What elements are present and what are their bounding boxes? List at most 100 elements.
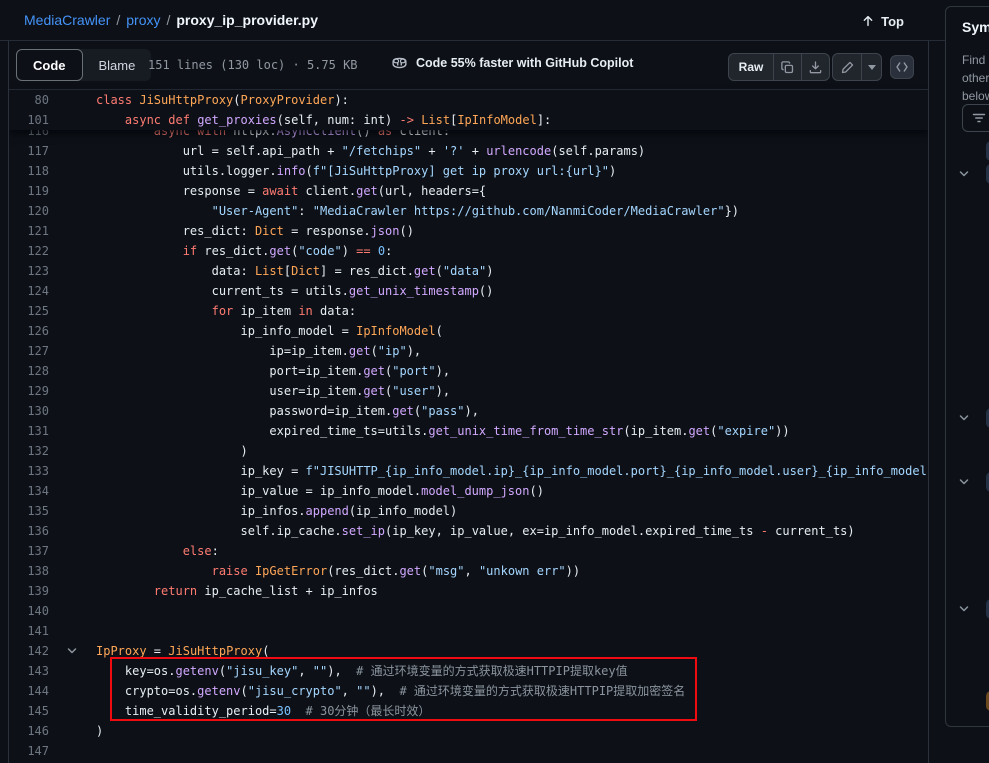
code-blame-switcher: Code Blame: [16, 49, 151, 81]
copilot-banner[interactable]: Code 55% faster with GitHub Copilot: [391, 54, 633, 71]
raw-button[interactable]: Raw: [729, 54, 773, 80]
chevron-down-icon[interactable]: [956, 166, 972, 182]
code-text: "User-Agent": "MediaCrawler https://gith…: [96, 201, 739, 221]
symbol-row[interactable]: [946, 470, 989, 494]
sticky-scope-header: 80class JiSuHttpProxy(ProxyProvider):101…: [9, 90, 928, 130]
code-line: 117 url = self.api_path + "/fetchips" + …: [9, 141, 928, 161]
line-number[interactable]: 121: [9, 221, 49, 241]
collapse-chevron-icon[interactable]: [64, 643, 80, 659]
file-toolbar: Code Blame 151 lines (130 loc) · 5.75 KB…: [9, 41, 928, 90]
code-text: else:: [96, 541, 219, 561]
line-number[interactable]: 101: [9, 110, 49, 130]
symbol-row[interactable]: [946, 406, 989, 430]
line-number[interactable]: 132: [9, 441, 49, 461]
line-number[interactable]: 138: [9, 561, 49, 581]
line-number[interactable]: 126: [9, 321, 49, 341]
code-brackets-icon: [896, 62, 908, 72]
line-number[interactable]: 127: [9, 341, 49, 361]
line-number[interactable]: 146: [9, 721, 49, 741]
code-line: 122 if res_dict.get("code") == 0:: [9, 241, 928, 261]
code-text: ip_infos.append(ip_info_model): [96, 501, 457, 521]
code-line: 141: [9, 621, 928, 641]
line-number[interactable]: 119: [9, 181, 49, 201]
symbol-row[interactable]: [946, 597, 989, 621]
edit-dropdown-button[interactable]: [861, 54, 881, 80]
line-number[interactable]: 141: [9, 621, 49, 641]
symbol-row[interactable]: [946, 162, 989, 186]
code-text: crypto=os.getenv("jisu_crypto", ""), # 通…: [96, 681, 685, 701]
line-number[interactable]: 124: [9, 281, 49, 301]
download-raw-button[interactable]: [801, 54, 829, 80]
copilot-banner-label: Code 55% faster with GitHub Copilot: [416, 56, 633, 70]
line-number[interactable]: 123: [9, 261, 49, 281]
code-line: 138 raise IpGetError(res_dict.get("msg",…: [9, 561, 928, 581]
breadcrumb-separator: /: [110, 12, 126, 28]
symbol-row[interactable]: [946, 139, 989, 163]
filter-icon: [971, 110, 987, 126]
symbols-panel-title: Symbols: [962, 19, 989, 35]
code-text: return ip_cache_list + ip_infos: [96, 581, 378, 601]
code-line: 130 password=ip_item.get("pass"),: [9, 401, 928, 421]
code-text: ip_info_model = IpInfoModel(: [96, 321, 443, 341]
breadcrumb-folder-link[interactable]: proxy: [126, 12, 160, 28]
edit-actions-group: [832, 53, 882, 81]
copy-icon: [780, 60, 795, 75]
code-line: 145 time_validity_period=30 # 30分钟（最长时效）: [9, 701, 928, 721]
code-line: 142 IpProxy = JiSuHttpProxy(: [9, 641, 928, 661]
line-number[interactable]: 134: [9, 481, 49, 501]
line-number[interactable]: 130: [9, 401, 49, 421]
code-lines: 116 async with httpx.AsyncClient() as cl…: [9, 121, 928, 761]
pencil-icon: [840, 60, 855, 75]
filter-symbols-input[interactable]: [962, 104, 989, 132]
code-area: 80class JiSuHttpProxy(ProxyProvider):101…: [9, 90, 928, 763]
line-number[interactable]: 135: [9, 501, 49, 521]
symbols-panel-toggle-button[interactable]: [890, 55, 914, 79]
code-line: 131 expired_time_ts=utils.get_unix_time_…: [9, 421, 928, 441]
code-text: expired_time_ts=utils.get_unix_time_from…: [96, 421, 790, 441]
back-to-top-button[interactable]: Top: [853, 8, 912, 34]
line-number[interactable]: 143: [9, 661, 49, 681]
code-line: 137 else:: [9, 541, 928, 561]
line-number[interactable]: 120: [9, 201, 49, 221]
chevron-down-icon[interactable]: [956, 601, 972, 617]
code-text: for ip_item in data:: [96, 301, 356, 321]
breadcrumb-separator: /: [160, 12, 176, 28]
line-number[interactable]: 125: [9, 301, 49, 321]
line-number[interactable]: 118: [9, 161, 49, 181]
line-number[interactable]: 147: [9, 741, 49, 761]
chevron-down-icon[interactable]: [956, 410, 972, 426]
code-line: 128 port=ip_item.get("port"),: [9, 361, 928, 381]
edit-file-button[interactable]: [833, 54, 861, 80]
line-number[interactable]: 129: [9, 381, 49, 401]
copy-raw-button[interactable]: [773, 54, 801, 80]
line-number[interactable]: 128: [9, 361, 49, 381]
tab-blame[interactable]: Blame: [83, 49, 152, 81]
tab-code[interactable]: Code: [16, 49, 83, 81]
chevron-down-icon[interactable]: [956, 474, 972, 490]
code-line: 124 current_ts = utils.get_unix_timestam…: [9, 281, 928, 301]
line-number[interactable]: 145: [9, 701, 49, 721]
line-number[interactable]: 142: [9, 641, 49, 661]
line-number[interactable]: 80: [9, 90, 49, 110]
copilot-icon: [391, 54, 408, 71]
line-number[interactable]: 137: [9, 541, 49, 561]
back-to-top-label: Top: [881, 14, 904, 29]
code-text: current_ts = utils.get_unix_timestamp(): [96, 281, 493, 301]
code-text: url = self.api_path + "/fetchips" + '?' …: [96, 141, 645, 161]
symbol-row[interactable]: [946, 689, 989, 713]
line-number[interactable]: 122: [9, 241, 49, 261]
breadcrumb-repo-link[interactable]: MediaCrawler: [24, 12, 110, 28]
line-number[interactable]: 117: [9, 141, 49, 161]
line-number[interactable]: 144: [9, 681, 49, 701]
code-line: 136 self.ip_cache.set_ip(ip_key, ip_valu…: [9, 521, 928, 541]
code-line: 126 ip_info_model = IpInfoModel(: [9, 321, 928, 341]
breadcrumb-bar: MediaCrawler/proxy/proxy_ip_provider.py …: [0, 0, 945, 41]
code-text: time_validity_period=30 # 30分钟（最长时效）: [96, 701, 430, 721]
code-text: IpProxy = JiSuHttpProxy(: [96, 641, 269, 661]
line-number[interactable]: 133: [9, 461, 49, 481]
line-number[interactable]: 140: [9, 601, 49, 621]
line-number[interactable]: 139: [9, 581, 49, 601]
line-number[interactable]: 131: [9, 421, 49, 441]
code-line: 123 data: List[Dict] = res_dict.get("dat…: [9, 261, 928, 281]
line-number[interactable]: 136: [9, 521, 49, 541]
